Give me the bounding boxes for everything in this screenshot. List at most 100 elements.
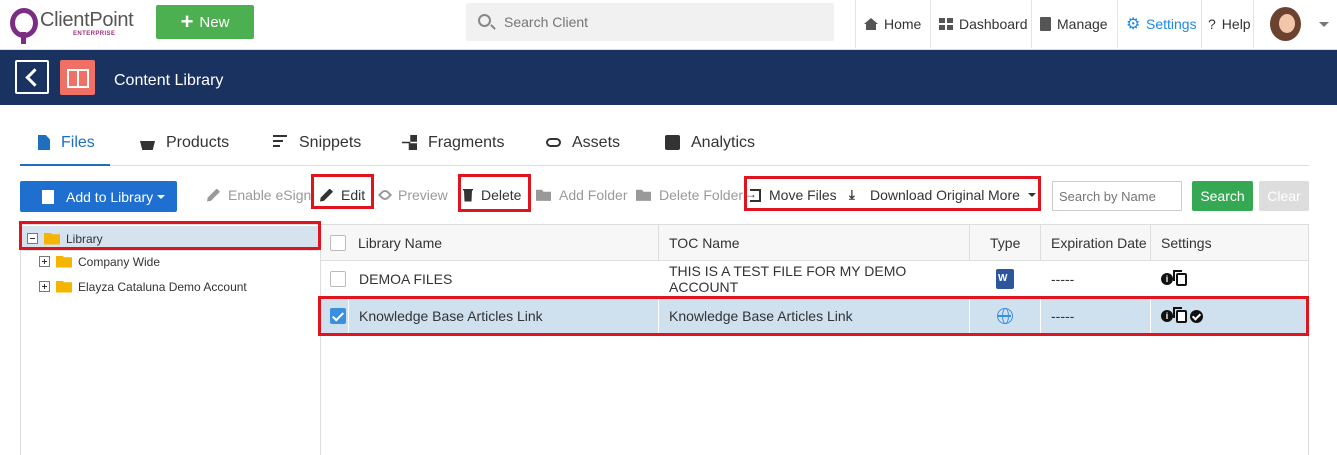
collapse-icon[interactable]: [27, 233, 38, 244]
page-title: Content Library: [114, 72, 224, 89]
tab-files-label: Files: [61, 134, 95, 151]
cell-toc-name: THIS IS A TEST FILE FOR MY DEMO ACCOUNT: [658, 261, 969, 297]
puzzle-icon: [402, 135, 417, 150]
nav-home[interactable]: Home: [855, 0, 930, 48]
table-header: Library Name TOC Name Type Expiration Da…: [321, 225, 1308, 261]
enable-esign-button[interactable]: Enable eSign: [207, 180, 311, 210]
expand-icon[interactable]: [39, 281, 50, 292]
move-files-button[interactable]: Move Files: [745, 180, 837, 210]
download-original-label: Download Original: [870, 187, 985, 203]
info-icon[interactable]: i: [1161, 273, 1173, 285]
nav-dashboard[interactable]: Dashboard: [930, 0, 1031, 48]
page-header: Content Library: [0, 50, 1337, 105]
nav-manage-label: Manage: [1057, 16, 1108, 32]
nav-help-label: Help: [1221, 16, 1251, 32]
cell-library-name: Knowledge Base Articles Link: [348, 298, 658, 334]
add-folder-button[interactable]: Add Folder: [536, 180, 627, 210]
clear-button[interactable]: Clear: [1259, 181, 1309, 211]
column-header-settings: Settings: [1150, 225, 1308, 261]
column-header-toc-name[interactable]: TOC Name: [658, 225, 969, 261]
search-client-input[interactable]: [504, 11, 804, 33]
delete-folder-button[interactable]: Delete Folder: [636, 180, 743, 210]
trash-icon: [463, 188, 473, 202]
basket-icon: [140, 141, 155, 150]
move-icon: [745, 187, 761, 202]
cell-type: [969, 261, 1040, 297]
folder-tree: Library Company Wide Elayza Cataluna Dem…: [20, 224, 321, 455]
tab-snippets[interactable]: Snippets: [273, 122, 361, 166]
lines-icon: [273, 135, 288, 150]
brand-name: ClientPoint: [40, 9, 134, 31]
search-by-name-input[interactable]: [1052, 181, 1182, 211]
files-table: Library Name TOC Name Type Expiration Da…: [320, 224, 1309, 455]
caret-down-icon: [157, 194, 166, 199]
preview-button[interactable]: Preview: [377, 180, 448, 210]
column-header-expiration[interactable]: Expiration Date: [1040, 225, 1150, 261]
row-checkbox[interactable]: [330, 308, 346, 324]
analytics-icon: [665, 135, 680, 150]
tree-node-company-wide[interactable]: Company Wide: [39, 249, 160, 274]
chevron-down-icon: [1319, 21, 1329, 27]
download-original-button[interactable]: ⤓ Download Original: [849, 180, 984, 210]
nav-help[interactable]: ? Help: [1201, 0, 1253, 48]
edit-button[interactable]: Edit: [320, 180, 365, 210]
tab-fragments[interactable]: Fragments: [402, 122, 504, 166]
tab-fragments-label: Fragments: [428, 134, 505, 151]
delete-button[interactable]: Delete: [463, 180, 521, 210]
new-button-label: New: [199, 13, 230, 31]
eye-icon: [377, 187, 393, 203]
cell-expiration: -----: [1040, 261, 1150, 297]
preview-label: Preview: [398, 187, 448, 203]
search-button[interactable]: Search: [1192, 181, 1253, 211]
nav-manage[interactable]: Manage: [1031, 0, 1117, 48]
tree-node-label: Elayza Cataluna Demo Account: [78, 279, 247, 294]
tab-assets[interactable]: Assets: [546, 122, 620, 166]
logo-mark-icon: [10, 8, 38, 44]
pen-icon: [207, 188, 220, 202]
search-client-box[interactable]: [466, 3, 834, 41]
back-button[interactable]: [15, 60, 49, 94]
folder-icon: [56, 280, 72, 293]
add-to-library-label: Add to Library: [66, 188, 154, 205]
user-menu[interactable]: [1253, 0, 1337, 48]
tab-products[interactable]: Products: [140, 122, 229, 166]
tree-node-label: Company Wide: [78, 254, 161, 269]
nav-settings-label: Settings: [1146, 16, 1197, 32]
tab-files[interactable]: Files: [20, 122, 110, 166]
cell-settings: i: [1150, 298, 1308, 334]
select-all-checkbox[interactable]: [330, 235, 346, 251]
tab-assets-label: Assets: [572, 134, 621, 151]
copy-icon[interactable]: [1173, 269, 1187, 286]
table-row[interactable]: DEMOA FILES THIS IS A TEST FILE FOR MY D…: [321, 261, 1308, 297]
expand-icon[interactable]: [39, 256, 50, 267]
new-button[interactable]: + New: [156, 5, 254, 39]
folder-icon: [636, 189, 651, 201]
more-dropdown[interactable]: More: [988, 180, 1036, 210]
column-header-library-name[interactable]: Library Name: [348, 225, 658, 261]
file-icon: [38, 135, 50, 150]
tab-analytics[interactable]: Analytics: [665, 122, 755, 166]
plus-icon: +: [180, 9, 194, 34]
row-checkbox[interactable]: [330, 271, 346, 287]
delete-folder-label: Delete Folder: [659, 187, 744, 203]
column-header-type[interactable]: Type: [969, 225, 1040, 261]
clientpoint-logo[interactable]: ClientPoint ENTERPRISE: [10, 8, 135, 44]
nav-dashboard-label: Dashboard: [959, 16, 1028, 32]
book-icon: [60, 60, 95, 95]
add-to-library-button[interactable]: Add to Library: [20, 181, 177, 212]
info-icon[interactable]: i: [1161, 310, 1173, 322]
check-circle-icon[interactable]: [1190, 309, 1203, 323]
tree-node-library[interactable]: Library: [22, 226, 319, 251]
caret-down-icon: [1027, 193, 1036, 197]
folder-plus-icon: [536, 189, 551, 201]
tree-node-elayza-cataluna[interactable]: Elayza Cataluna Demo Account: [39, 274, 247, 299]
tree-node-label: Library: [66, 231, 103, 246]
pencil-icon: [320, 188, 333, 202]
table-row[interactable]: Knowledge Base Articles Link Knowledge B…: [321, 298, 1308, 334]
nav-settings[interactable]: ⚙ Settings: [1117, 0, 1201, 48]
copy-icon[interactable]: [1173, 306, 1187, 323]
cell-library-name: DEMOA FILES: [348, 261, 658, 297]
dashboard-icon: [939, 17, 953, 31]
download-icon: ⤓: [849, 186, 855, 202]
nav-home-label: Home: [884, 16, 922, 32]
